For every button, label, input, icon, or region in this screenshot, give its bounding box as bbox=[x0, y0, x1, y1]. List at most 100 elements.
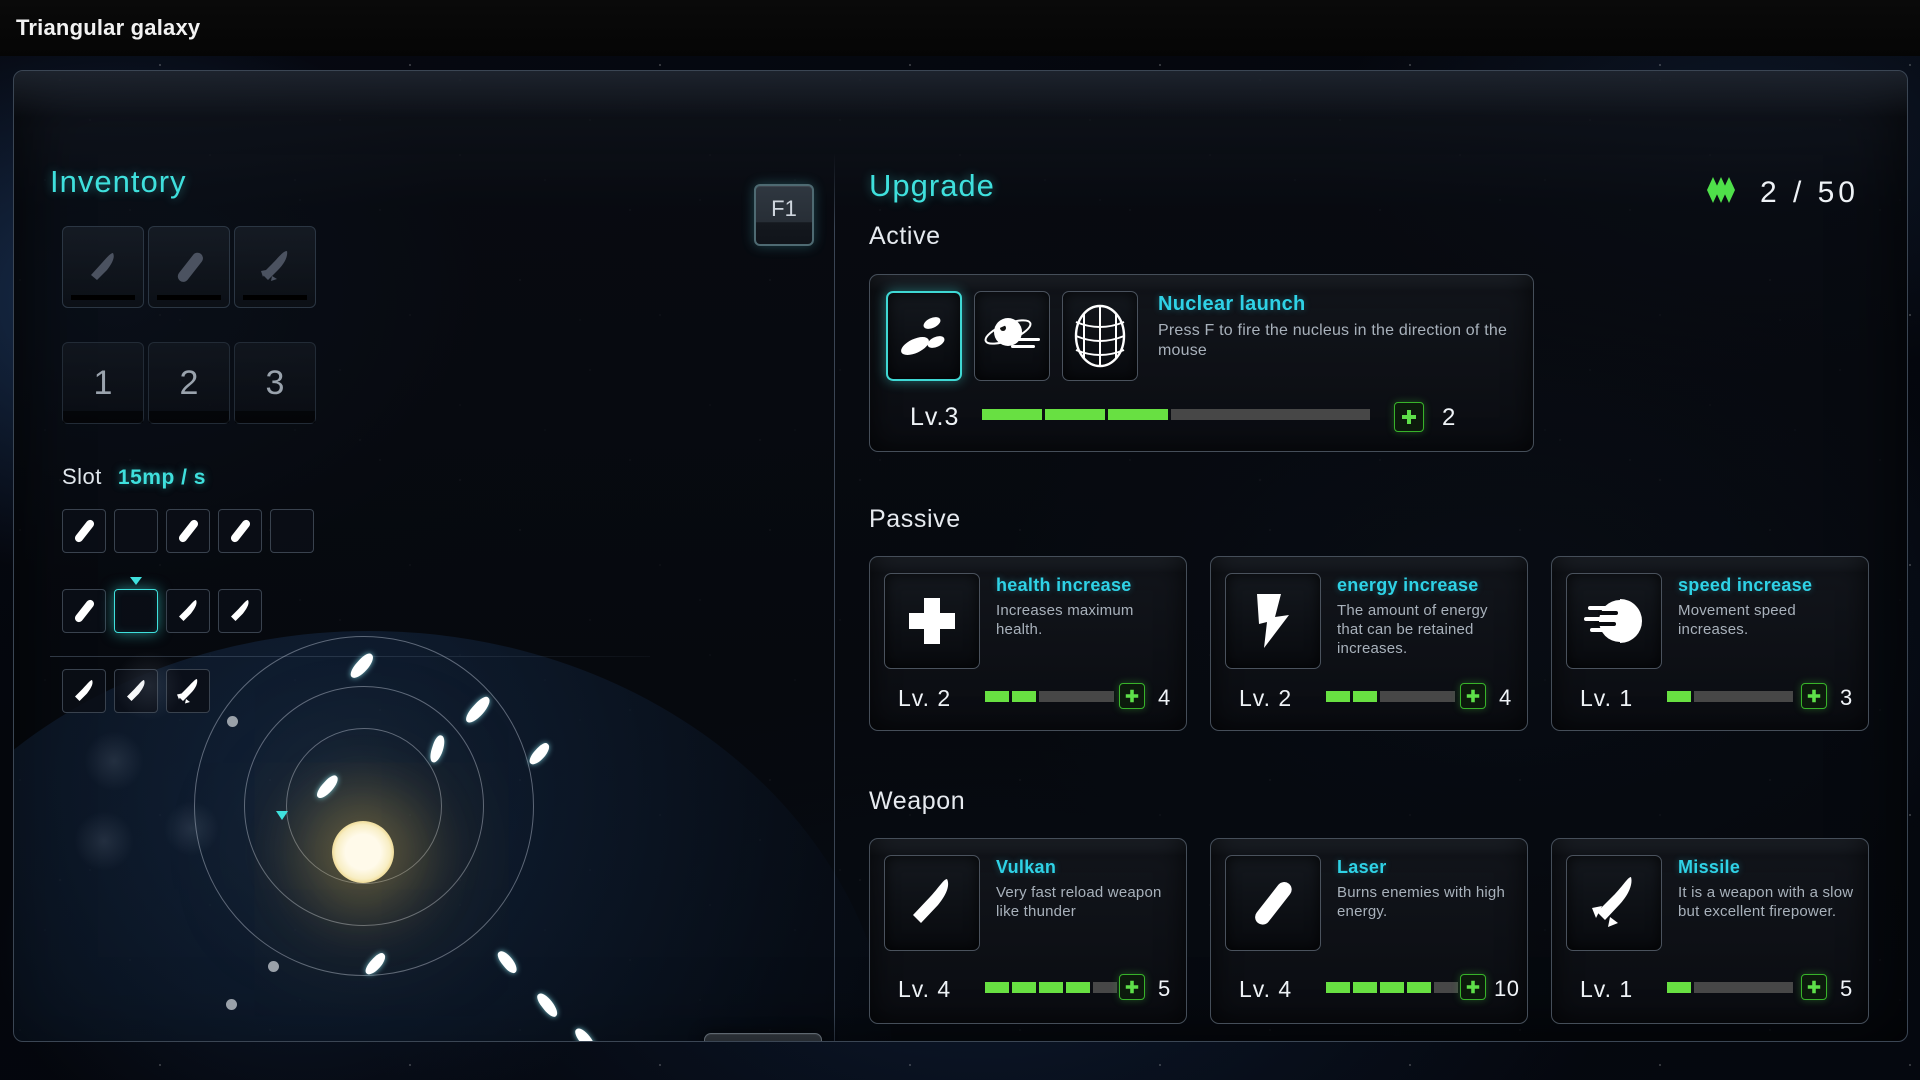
active-icon-option-3[interactable] bbox=[1062, 291, 1138, 381]
equipped-weapon-slot-1[interactable] bbox=[62, 226, 144, 308]
laser-icon bbox=[230, 519, 251, 543]
slot-cell[interactable] bbox=[166, 509, 210, 553]
slot-label: Slot bbox=[62, 464, 102, 489]
progress-segment bbox=[1434, 982, 1458, 993]
weapon-icon-laser[interactable] bbox=[1225, 855, 1321, 951]
passive-title: speed increase bbox=[1678, 575, 1813, 595]
weapon-cost: 5 bbox=[1158, 976, 1171, 1001]
passive-icon-energy[interactable] bbox=[1225, 573, 1321, 669]
selection-marker-icon bbox=[130, 577, 142, 585]
weapon-title: Laser bbox=[1337, 857, 1387, 877]
hotkey-f1-button[interactable]: F1 bbox=[754, 184, 814, 246]
slot-charge-bar bbox=[243, 295, 307, 300]
passive-description: Movement speed increases. bbox=[1678, 602, 1796, 639]
progress-segment bbox=[982, 409, 1042, 420]
slot-cell-empty[interactable] bbox=[114, 509, 158, 553]
active-icon-option-2[interactable] bbox=[974, 291, 1050, 381]
passive-icon-speed[interactable] bbox=[1566, 573, 1662, 669]
weapon-card-laser: Laser Burns enemies with high energy. Lv… bbox=[1210, 838, 1528, 1024]
progress-segment bbox=[1407, 982, 1431, 993]
passive-progress-bar bbox=[1667, 691, 1793, 702]
hotkey-slot-2[interactable]: 2 bbox=[148, 342, 230, 424]
equipped-weapon-slot-3[interactable] bbox=[234, 226, 316, 308]
passive-cost: 4 bbox=[1158, 685, 1171, 710]
active-icon-option-1[interactable] bbox=[886, 291, 962, 381]
weapon-upgrade-plus-button[interactable] bbox=[1801, 974, 1827, 1000]
progress-segment bbox=[985, 691, 1009, 702]
close-button[interactable]: Close bbox=[704, 1033, 822, 1041]
laser-icon bbox=[178, 519, 199, 543]
hotkey-label: 3 bbox=[265, 363, 285, 402]
progress-segment bbox=[1045, 409, 1105, 420]
progress-segment bbox=[1667, 982, 1691, 993]
slot-charge-bar bbox=[157, 295, 221, 300]
passive-level: Lv. 2 bbox=[898, 685, 952, 711]
laser-icon bbox=[74, 519, 95, 543]
projectile bbox=[572, 1025, 599, 1041]
weapon-title: Missile bbox=[1678, 857, 1741, 877]
slot-cell[interactable] bbox=[218, 509, 262, 553]
plus-icon bbox=[1125, 689, 1139, 703]
weapon-icon-missile[interactable] bbox=[1566, 855, 1662, 951]
slot-charge-bar bbox=[71, 295, 135, 300]
progress-segment bbox=[1380, 691, 1455, 702]
weapon-progress-bar bbox=[1667, 982, 1793, 993]
progress-segment bbox=[1039, 691, 1114, 702]
weapon-upgrade-plus-button[interactable] bbox=[1460, 974, 1486, 1000]
weapon-progress-bar bbox=[985, 982, 1117, 993]
progress-segment bbox=[985, 982, 1009, 993]
vulkan-icon bbox=[913, 879, 949, 923]
slot-cell[interactable] bbox=[62, 669, 106, 713]
passive-cost: 4 bbox=[1499, 685, 1512, 710]
section-label-passive: Passive bbox=[869, 505, 961, 533]
plus-icon bbox=[1125, 980, 1139, 994]
hotkey-label: 1 bbox=[93, 363, 113, 402]
hotkey-slot-3[interactable]: 3 bbox=[234, 342, 316, 424]
active-cost: 2 bbox=[1442, 404, 1456, 431]
slot-cell[interactable] bbox=[166, 589, 210, 633]
inventory-upgrade-dialog: Inventory Upgrade Active Passive Weapon … bbox=[13, 70, 1908, 1042]
progress-segment bbox=[1066, 982, 1090, 993]
upgrade-heading: Upgrade bbox=[869, 168, 995, 203]
health-cross-icon bbox=[909, 598, 955, 644]
active-upgrade-card: Nuclear launch Press F to fire the nucle… bbox=[869, 274, 1534, 452]
plus-icon bbox=[1402, 410, 1416, 424]
lightning-bolt-icon bbox=[1257, 594, 1289, 648]
missile-icon bbox=[1592, 877, 1632, 927]
weapon-icon-vulkan[interactable] bbox=[884, 855, 980, 951]
weapon-upgrade-plus-button[interactable] bbox=[1119, 974, 1145, 1000]
planet-dash-icon bbox=[984, 318, 1040, 348]
hotkey-label: 2 bbox=[179, 363, 199, 402]
passive-level: Lv. 1 bbox=[1580, 685, 1634, 711]
progress-segment bbox=[1012, 982, 1036, 993]
vulkan-icon bbox=[91, 253, 114, 280]
passive-upgrade-plus-button[interactable] bbox=[1119, 683, 1145, 709]
currency-counter: 2 / 50 bbox=[1704, 175, 1859, 210]
weapon-level: Lv. 1 bbox=[1580, 976, 1634, 1002]
equipped-weapon-slot-2[interactable] bbox=[148, 226, 230, 308]
speed-dash-icon bbox=[1584, 599, 1643, 643]
active-level: Lv.3 bbox=[910, 403, 960, 431]
slot-grid-row-2 bbox=[62, 577, 262, 633]
plus-icon bbox=[1807, 980, 1821, 994]
slot-cell[interactable] bbox=[62, 589, 106, 633]
gem-icon bbox=[1704, 175, 1738, 210]
plus-icon bbox=[1807, 689, 1821, 703]
active-upgrade-plus-button[interactable] bbox=[1394, 402, 1424, 432]
progress-segment bbox=[1326, 982, 1350, 993]
slot-cell-selected[interactable] bbox=[114, 577, 158, 633]
nebula-blob bbox=[84, 731, 144, 791]
plus-icon bbox=[1466, 689, 1480, 703]
hotkey-slot-1[interactable]: 1 bbox=[62, 342, 144, 424]
weapon-card-missile: Missile It is a weapon with a slow but e… bbox=[1551, 838, 1869, 1024]
slot-cell-empty[interactable] bbox=[270, 509, 314, 553]
passive-upgrade-plus-button[interactable] bbox=[1460, 683, 1486, 709]
weapon-description: It is a weapon with a slow but excellent… bbox=[1678, 884, 1854, 921]
passive-upgrade-plus-button[interactable] bbox=[1801, 683, 1827, 709]
passive-icon-health[interactable] bbox=[884, 573, 980, 669]
slot-cell[interactable] bbox=[218, 589, 262, 633]
progress-segment bbox=[1667, 691, 1691, 702]
slot-cell[interactable] bbox=[62, 509, 106, 553]
active-title: Nuclear launch bbox=[1158, 293, 1306, 315]
inventory-heading: Inventory bbox=[50, 164, 187, 199]
